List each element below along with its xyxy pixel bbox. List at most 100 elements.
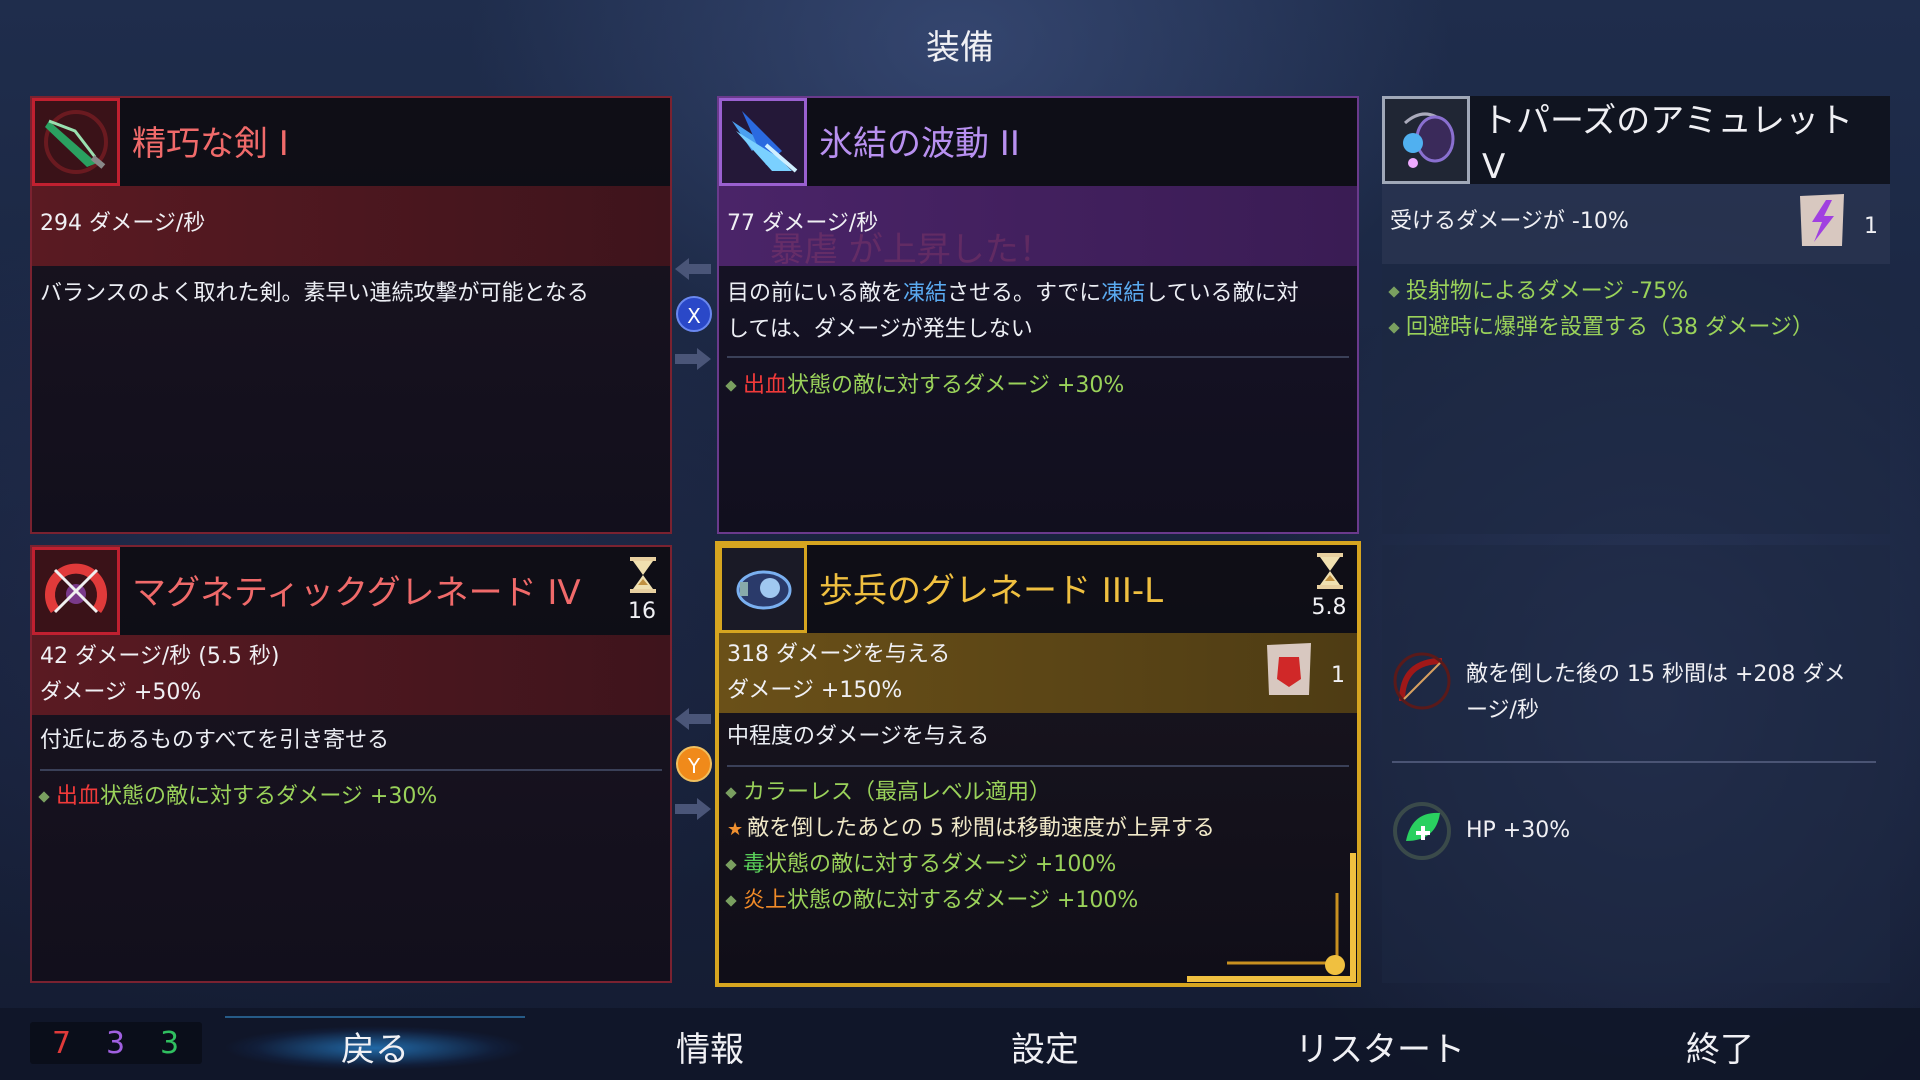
affix-text: 状態の敵に対するダメージ +100% — [787, 888, 1139, 913]
skill-card-magnetic-grenade[interactable]: マグネティックグレネード IV 16 42 ダメージ/秒 (5.5 秒) ダメー… — [30, 545, 672, 983]
brutality-scroll-icon — [1267, 643, 1311, 695]
bleed-keyword: 出血 — [56, 784, 101, 809]
passive-line: 敵を倒した後の 15 秒間は +208 ダメ — [1466, 662, 1846, 687]
star-icon: ★ — [727, 819, 744, 840]
card-title: 氷結の波動 II — [819, 124, 1020, 164]
card-title: マグネティックグレネード IV — [132, 573, 581, 613]
card-title: トパーズのアミュレット V — [1482, 98, 1853, 190]
desc-text: している敵に対 — [1145, 281, 1299, 306]
freeze-keyword: 凍結 — [1101, 281, 1146, 306]
swap-right-arrow-icon — [675, 798, 711, 820]
card-stats: 294 ダメージ/秒 — [32, 186, 670, 266]
card-description: バランスのよく取れた剣。素早い連続攻撃が可能となる — [40, 281, 589, 306]
desc-text: 目の前にいる敵を — [727, 281, 904, 306]
divider — [40, 769, 662, 771]
swap-right-arrow-icon — [675, 348, 711, 370]
divider — [1392, 761, 1876, 763]
magnetic-grenade-icon — [32, 547, 120, 635]
card-description: 中程度のダメージを与える — [727, 724, 990, 749]
survival-count: 3 — [160, 1026, 180, 1061]
bullet-icon — [725, 787, 737, 799]
divider — [727, 356, 1349, 358]
swap-key-y-icon[interactable]: Y — [676, 746, 712, 782]
affix-bleed: 出血状態の敵に対するダメージ +30% — [38, 779, 666, 815]
poison-keyword: 毒 — [743, 852, 766, 877]
affix-text: カラーレス（最高レベル適用） — [743, 780, 1052, 805]
hourglass-icon — [1317, 553, 1343, 589]
card-header — [32, 98, 670, 186]
swap-left-arrow-icon — [675, 258, 711, 280]
freeze-keyword: 凍結 — [903, 281, 948, 306]
card-title: 歩兵のグレネード III-L — [819, 571, 1164, 611]
skill-card-infantry-grenade[interactable]: 歩兵のグレネード III-L 5.8 318 ダメージを与える ダメージ +15… — [715, 541, 1361, 987]
card-title: 精巧な剣 I — [132, 124, 289, 164]
card-header — [719, 98, 1357, 186]
info-button[interactable]: 情報 — [560, 1022, 860, 1071]
brutality-count: 7 — [52, 1026, 72, 1061]
swap-key-x-icon[interactable]: X — [676, 296, 712, 332]
passive-panel: 敵を倒した後の 15 秒間は +208 ダメ ージ/秒 HP +30% — [1382, 545, 1890, 983]
scroll-count: 1 — [1331, 663, 1345, 688]
desc-text: しては、ダメージが発生しない — [727, 317, 1033, 342]
bullet-icon — [725, 380, 737, 392]
dps-stat: 42 ダメージ/秒 (5.5 秒) — [40, 644, 280, 669]
passive-text: HP +30% — [1466, 818, 1571, 843]
affix-bleed: 出血状態の敵に対するダメージ +30% — [725, 368, 1353, 404]
affix-text: 投射物によるダメージ -75% — [1406, 279, 1689, 304]
restart-button[interactable]: リスタート — [1230, 1022, 1530, 1071]
corner-ornament — [1187, 853, 1356, 982]
bottom-menu-bar: 7 3 3 戻る 情報 設定 リスタート 終了 — [0, 1008, 1920, 1080]
scroll-counter: 7 3 3 — [30, 1022, 202, 1064]
tactics-scroll-icon — [1800, 194, 1844, 246]
bleed-keyword: 出血 — [743, 373, 788, 398]
bullet-icon — [725, 895, 737, 907]
bullet-icon — [1388, 286, 1400, 298]
cooldown-value: 5.8 — [1311, 595, 1347, 620]
burn-keyword: 炎上 — [743, 888, 788, 913]
damage-bonus-stat: ダメージ +50% — [40, 680, 202, 705]
bullet-icon — [1388, 322, 1400, 334]
skill-card-frost-wave[interactable]: 氷結の波動 II 77 ダメージ/秒 目の前にいる敵を凍結させる。すでに凍結して… — [717, 96, 1359, 534]
affix-colorless: カラーレス（最高レベル適用） — [725, 775, 1353, 811]
affix-text: 敵を倒したあとの 5 秒間は移動速度が上昇する — [747, 816, 1215, 841]
health-leaf-icon — [1393, 802, 1451, 860]
hourglass-icon — [630, 557, 656, 593]
passive-line: ージ/秒 — [1466, 698, 1539, 723]
card-description: 付近にあるものすべてを引き寄せる — [40, 728, 390, 753]
bullet-icon — [38, 791, 50, 803]
weapon-card-sword[interactable]: 精巧な剣 I 294 ダメージ/秒 バランスのよく取れた剣。素早い連続攻撃が可能… — [30, 96, 672, 534]
amulet-card[interactable]: トパーズのアミュレット V 受けるダメージが -10% 1 投射物によるダメージ… — [1382, 96, 1890, 534]
desc-text: させる。すでに — [947, 281, 1102, 306]
card-description: 目の前にいる敵を凍結させる。すでに凍結している敵に対 しては、ダメージが発生しな… — [727, 276, 1349, 348]
damage-bonus-stat: ダメージ +150% — [727, 678, 903, 703]
quit-button[interactable]: 終了 — [1570, 1022, 1870, 1071]
affix-text: 回避時に爆弾を設置する（38 ダメージ） — [1406, 315, 1814, 340]
amulet-icon — [1382, 96, 1470, 184]
dps-stat: 294 ダメージ/秒 — [40, 211, 206, 236]
passive-text: 敵を倒した後の 15 秒間は +208 ダメ ージ/秒 — [1466, 657, 1846, 729]
sword-icon — [32, 98, 120, 186]
level-up-popup: 暴虐 が上昇した！ — [770, 230, 1053, 270]
page-title: 装備 — [926, 28, 994, 68]
swap-left-arrow-icon — [675, 708, 711, 730]
title-line: トパーズのアミュレット — [1482, 101, 1853, 141]
tactics-count: 3 — [106, 1026, 126, 1061]
affix-text: 状態の敵に対するダメージ +30% — [100, 784, 438, 809]
card-stats: 42 ダメージ/秒 (5.5 秒) ダメージ +50% — [32, 635, 670, 715]
settings-button[interactable]: 設定 — [895, 1022, 1195, 1071]
affix-text: 状態の敵に対するダメージ +30% — [787, 373, 1125, 398]
frost-wave-icon — [719, 98, 807, 186]
bullet-icon — [725, 859, 737, 871]
affix-speed: ★ 敵を倒したあとの 5 秒間は移動速度が上昇する — [727, 811, 1353, 848]
back-button[interactable]: 戻る — [225, 1022, 525, 1071]
cooldown-value: 16 — [628, 599, 656, 624]
scroll-count: 1 — [1864, 214, 1878, 239]
divider — [727, 765, 1349, 767]
affix-bomb: 回避時に爆弾を設置する（38 ダメージ） — [1388, 310, 1886, 346]
damage-reduction-stat: 受けるダメージが -10% — [1390, 209, 1629, 234]
affix-text: 状態の敵に対するダメージ +100% — [765, 852, 1117, 877]
bloody-bow-icon — [1393, 652, 1451, 710]
infantry-grenade-icon — [719, 545, 807, 633]
affix-projectile: 投射物によるダメージ -75% — [1388, 274, 1886, 310]
damage-stat: 318 ダメージを与える — [727, 642, 951, 667]
